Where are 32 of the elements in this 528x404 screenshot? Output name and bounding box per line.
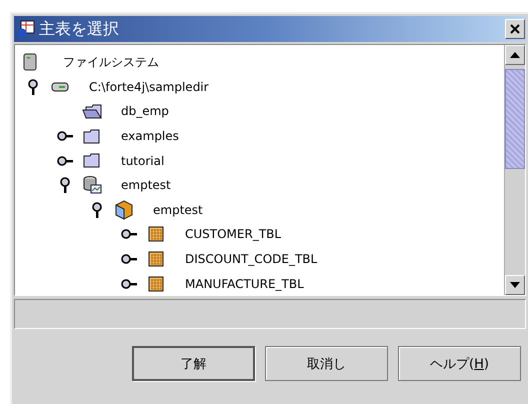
tree-item[interactable]: db_emp xyxy=(121,104,169,118)
down-arrow-icon xyxy=(510,282,520,288)
tree-item[interactable]: ファイルシステム xyxy=(63,54,159,71)
folder-icon xyxy=(83,153,101,168)
up-arrow-icon xyxy=(510,52,520,58)
tree-item[interactable]: MANUFACTURE_TBL xyxy=(185,276,304,291)
dialog-button[interactable]: 取消し xyxy=(265,346,388,381)
tree-item[interactable]: emptest xyxy=(153,202,203,217)
tree-item[interactable]: DISCOUNT_CODE_TBL xyxy=(185,252,318,266)
folder-icon xyxy=(83,128,101,144)
window-title: 主表を選択 xyxy=(39,18,120,40)
scrollbar-thumb[interactable] xyxy=(505,69,525,169)
tree-item[interactable]: C:\forte4j\sampledir xyxy=(89,80,209,94)
drive-icon xyxy=(51,82,69,92)
table-icon xyxy=(148,251,164,268)
app-icon xyxy=(16,19,36,39)
tree-item[interactable]: tutorial xyxy=(121,154,164,168)
scroll-down-button[interactable] xyxy=(505,275,525,295)
scroll-up-button[interactable] xyxy=(505,45,525,65)
tree-item[interactable]: CUSTOMER_TBL xyxy=(185,227,282,242)
dialog-button[interactable]: 了解 xyxy=(132,346,255,381)
folder-icon xyxy=(82,104,102,119)
tree-item[interactable]: emptest xyxy=(121,178,171,192)
server-icon xyxy=(23,53,37,72)
table-icon xyxy=(148,276,164,292)
table-icon xyxy=(148,226,164,242)
tree-item[interactable]: examples xyxy=(121,129,179,144)
database-icon xyxy=(82,175,102,196)
close-icon xyxy=(509,23,521,35)
dialog-button[interactable]: ヘルプ(H) xyxy=(398,346,521,381)
cube-icon xyxy=(115,200,133,220)
close-button[interactable] xyxy=(505,19,525,39)
